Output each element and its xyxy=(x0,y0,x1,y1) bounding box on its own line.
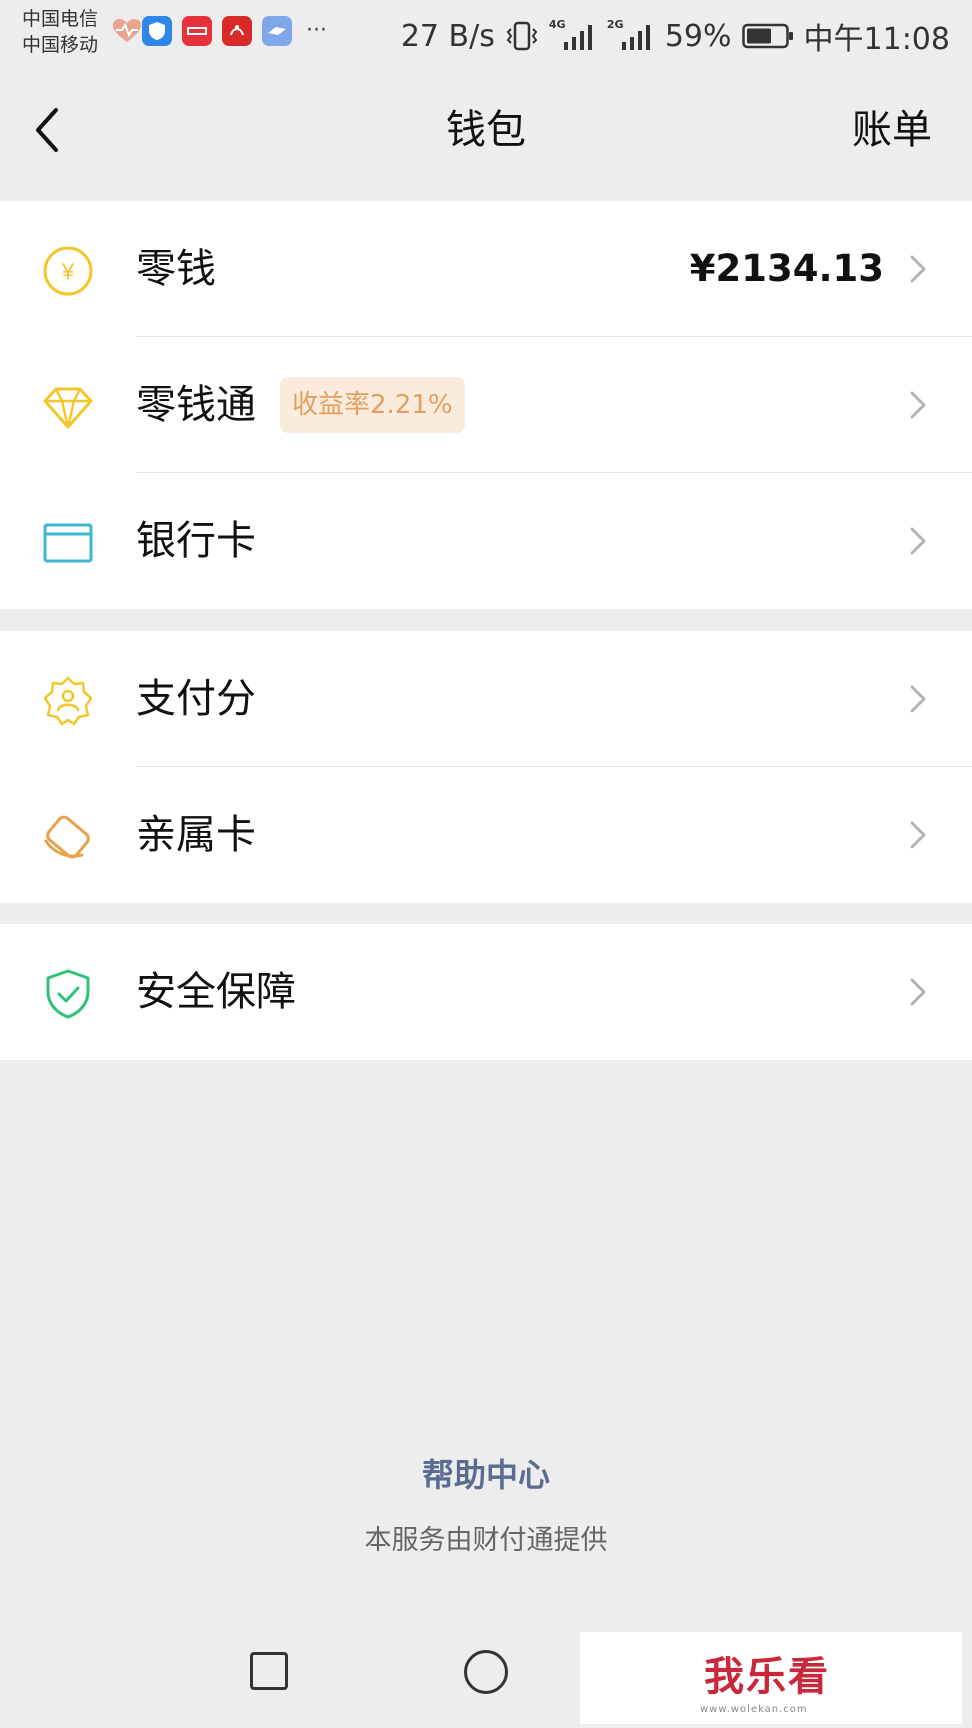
system-nav-bar: 我乐看 www.wolekan.com xyxy=(0,1626,972,1728)
cloud-app-icon xyxy=(262,16,292,46)
list-item-security[interactable]: 安全保障 xyxy=(0,924,972,1060)
clock: 中午11:08 xyxy=(803,22,950,57)
balance-amount: ¥2134.13 xyxy=(689,247,884,290)
security-shield-icon xyxy=(46,969,90,1019)
watermark-url: www.wolekan.com xyxy=(700,1704,808,1715)
list-item-label: 安全保障 xyxy=(136,969,296,1015)
more-notifications-indicator: ··· xyxy=(306,18,327,43)
yield-rate-badge: 收益率2.21% xyxy=(280,377,465,433)
diamond-icon xyxy=(43,387,93,429)
list-item-label: 支付分 xyxy=(136,676,256,722)
list-item-family-card[interactable]: 亲属卡 xyxy=(0,767,972,903)
list-item-pay-score[interactable]: 支付分 xyxy=(0,631,972,767)
yuan-coin-icon: ¥ xyxy=(43,246,93,296)
network-speed: 27 B/s xyxy=(400,18,495,54)
heart-rate-icon xyxy=(113,19,141,42)
signal-2g-icon: 2G xyxy=(607,18,655,52)
chevron-right-icon xyxy=(910,685,926,713)
list-item-label: 零钱通 xyxy=(136,382,256,428)
home-button[interactable] xyxy=(464,1650,508,1694)
help-center-link[interactable]: 帮助中心 xyxy=(0,1450,972,1496)
battery-percent: 59% xyxy=(664,18,732,54)
list-item-lingqiantong[interactable]: 零钱通 收益率2.21% xyxy=(0,337,972,473)
list-item-label: 零钱 xyxy=(136,246,216,292)
vibrate-icon xyxy=(506,21,538,51)
nav-bar: 钱包 账单 xyxy=(0,66,972,200)
chevron-right-icon xyxy=(910,391,926,419)
toutiao-app-icon xyxy=(182,16,212,46)
chevron-right-icon xyxy=(910,255,926,283)
shield-app-icon xyxy=(142,16,172,46)
list-item-label: 亲属卡 xyxy=(136,812,256,858)
watermark-text: 我乐看 xyxy=(704,1654,830,1700)
wallet-group-2: 支付分 亲属卡 xyxy=(0,631,972,903)
wallet-group-1: ¥ 零钱 ¥2134.13 零钱通 收益率2.21% 银行卡 xyxy=(0,201,972,609)
pay-score-icon xyxy=(43,676,93,726)
status-bar: 中国电信 中国移动 ··· 27 B/s 4G 2G 59% 中午11:08 xyxy=(0,0,972,66)
list-item-bank-card[interactable]: 银行卡 xyxy=(0,473,972,609)
bank-card-icon xyxy=(43,523,93,563)
status-indicators: 27 B/s 4G 2G 59% 中午11:08 xyxy=(391,14,950,58)
carrier-2: 中国移动 xyxy=(22,34,99,56)
carrier-names: 中国电信 中国移动 xyxy=(22,6,98,58)
notification-app-icons: ··· xyxy=(112,16,327,46)
chevron-right-icon xyxy=(910,527,926,555)
svg-text:¥: ¥ xyxy=(61,259,75,284)
bill-button[interactable]: 账单 xyxy=(852,100,932,160)
chevron-right-icon xyxy=(910,978,926,1006)
battery-icon xyxy=(741,23,793,49)
page-title: 钱包 xyxy=(446,107,526,153)
signal-4g-icon: 4G xyxy=(549,18,597,52)
wallet-group-3: 安全保障 xyxy=(0,924,972,1060)
xuexi-app-icon xyxy=(222,16,252,46)
service-provider-note: 本服务由财付通提供 xyxy=(364,1525,608,1556)
family-card-icon xyxy=(44,815,90,859)
list-item-change[interactable]: ¥ 零钱 ¥2134.13 xyxy=(0,201,972,337)
chevron-right-icon xyxy=(910,821,926,849)
recent-apps-button[interactable] xyxy=(250,1652,288,1690)
watermark: 我乐看 www.wolekan.com xyxy=(580,1632,962,1724)
carrier-1: 中国电信 xyxy=(22,8,99,30)
list-item-label: 银行卡 xyxy=(136,518,256,564)
